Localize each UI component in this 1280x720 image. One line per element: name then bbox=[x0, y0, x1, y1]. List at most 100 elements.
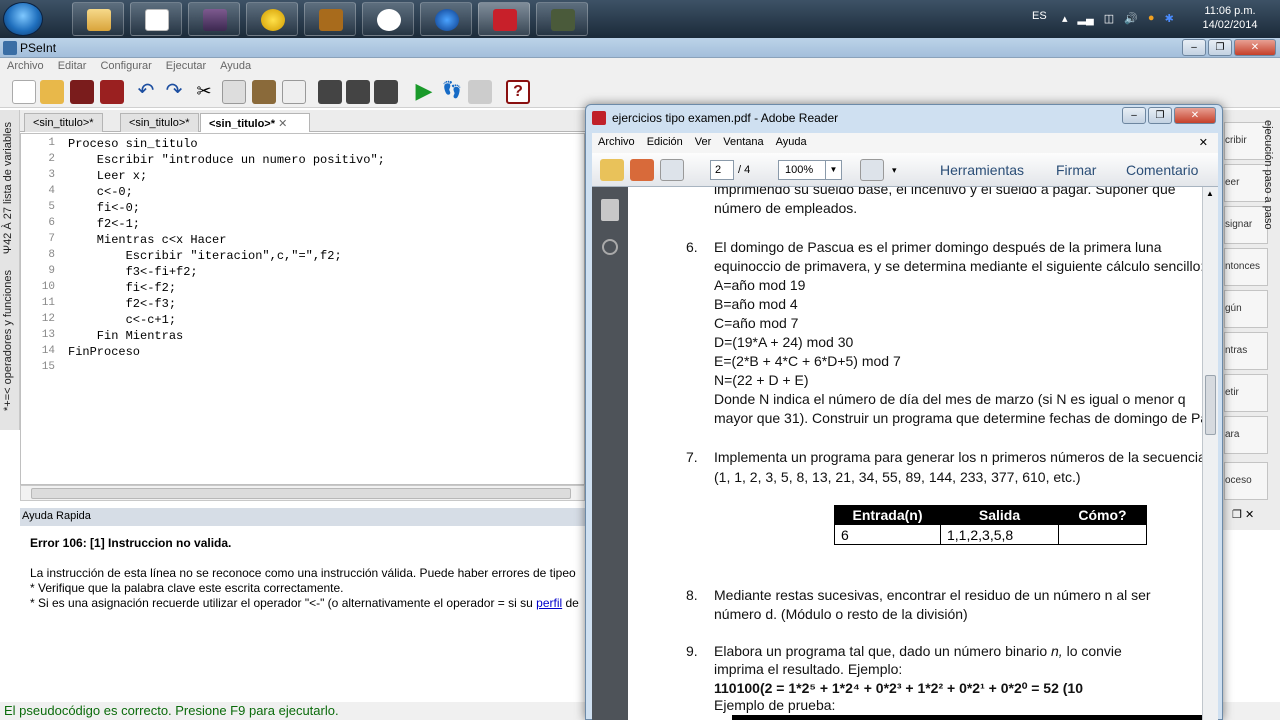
adobe-vertical-scrollbar[interactable]: ▲ bbox=[1202, 187, 1218, 720]
open-folder-icon[interactable] bbox=[40, 80, 64, 104]
menu-configurar[interactable]: Configurar bbox=[93, 58, 158, 72]
chevron-down-icon[interactable]: ▼ bbox=[825, 161, 841, 179]
doc-line: Donde N indica el número de día del mes … bbox=[714, 391, 1186, 407]
create-pdf-icon[interactable] bbox=[630, 159, 654, 181]
perfil-link[interactable]: perfil bbox=[536, 596, 562, 610]
cmd-para-button[interactable]: ara bbox=[1224, 416, 1268, 454]
help-icon[interactable]: ? bbox=[506, 80, 530, 104]
undo-icon[interactable]: ↶ bbox=[134, 80, 158, 104]
flowchart-icon[interactable] bbox=[468, 80, 492, 104]
save-icon[interactable] bbox=[70, 80, 94, 104]
volume-icon[interactable]: 🔊 bbox=[1124, 12, 1138, 25]
doc-line: A=año mod 19 bbox=[714, 277, 806, 293]
scroll-up-icon[interactable]: ▲ bbox=[1206, 189, 1214, 198]
chevron-up-icon[interactable]: ▴ bbox=[1062, 12, 1068, 25]
menu-ayuda[interactable]: Ayuda bbox=[213, 58, 258, 72]
system-clock[interactable]: 11:06 p.m. 14/02/2014 bbox=[1200, 4, 1260, 32]
adobe-menu-ayuda[interactable]: Ayuda bbox=[770, 133, 813, 151]
code-line: fi<-f2; bbox=[68, 281, 177, 295]
redo-icon[interactable]: ↷ bbox=[162, 80, 186, 104]
line-number: 3 bbox=[48, 169, 55, 181]
page-number-input[interactable]: 2 bbox=[710, 160, 734, 180]
cmd-segun-button[interactable]: gún bbox=[1224, 290, 1268, 328]
minimize-button[interactable]: – bbox=[1182, 39, 1206, 56]
paste-icon[interactable] bbox=[252, 80, 276, 104]
operators-panel-tab[interactable]: *+=< operadores y funciones bbox=[2, 270, 14, 411]
network-taskbar-button[interactable] bbox=[362, 2, 414, 36]
menu-archivo[interactable]: Archivo bbox=[0, 58, 51, 72]
network-tray-icon[interactable]: ◫ bbox=[1104, 12, 1114, 25]
replace-icon[interactable] bbox=[374, 80, 398, 104]
run-icon[interactable]: ▶ bbox=[412, 80, 436, 104]
editor-horizontal-scrollbar[interactable] bbox=[20, 485, 585, 501]
close-icon[interactable]: ✕ bbox=[1245, 509, 1254, 521]
scrollbar-thumb[interactable] bbox=[31, 488, 571, 499]
help-panel-header: Ayuda Rapida bbox=[20, 508, 585, 526]
fit-page-icon[interactable] bbox=[860, 159, 884, 181]
comentario-link[interactable]: Comentario bbox=[1126, 162, 1198, 178]
menu-editar[interactable]: Editar bbox=[51, 58, 94, 72]
new-file-icon[interactable] bbox=[12, 80, 36, 104]
adobe-close-button[interactable]: ✕ bbox=[1174, 107, 1216, 124]
tab-sin-titulo-active[interactable]: <sin_titulo>* ✕ bbox=[200, 113, 310, 132]
variables-tab-icons: Ψ42 À 27 bbox=[2, 207, 14, 255]
adobe-titlebar: ejercicios tipo examen.pdf - Adobe Reade… bbox=[586, 105, 1222, 131]
pseint-taskbar-button[interactable] bbox=[130, 2, 182, 36]
adobe-menu-ventana[interactable]: Ventana bbox=[717, 133, 769, 151]
tray-app-icon[interactable]: ● bbox=[1148, 12, 1155, 24]
windows-start-icon[interactable] bbox=[3, 2, 43, 36]
page-thumbnails-icon[interactable] bbox=[601, 199, 619, 221]
find-icon[interactable] bbox=[318, 80, 342, 104]
help-panel-title: Ayuda Rapida bbox=[22, 510, 91, 522]
adobe-menu-edicion[interactable]: Edición bbox=[641, 133, 689, 151]
firmar-link[interactable]: Firmar bbox=[1056, 162, 1096, 178]
cmd-si-entonces-button[interactable]: ntonces bbox=[1224, 248, 1268, 286]
step-icon[interactable]: 👣 bbox=[440, 80, 464, 104]
close-tab-icon[interactable]: ✕ bbox=[278, 118, 287, 130]
adobe-menu-close-icon[interactable]: ✕ bbox=[1193, 133, 1214, 152]
toolbar-overflow-icon[interactable]: ▾ bbox=[892, 165, 897, 176]
bluetooth-icon[interactable]: ✱ bbox=[1165, 12, 1174, 25]
tab-sin-titulo-1[interactable]: <sin_titulo>* bbox=[24, 113, 103, 132]
signal-icon[interactable]: ▂▄ bbox=[1078, 12, 1094, 25]
left-side-panel: Ψ42 À 27 lista de variables *+=< operado… bbox=[0, 110, 20, 430]
pdf-icon bbox=[592, 111, 606, 125]
indent-icon[interactable] bbox=[282, 80, 306, 104]
adobe-menu-archivo[interactable]: Archivo bbox=[592, 133, 641, 151]
tab-sin-titulo-2[interactable]: <sin_titulo>* bbox=[120, 113, 199, 132]
acrobat-taskbar-button[interactable] bbox=[478, 2, 530, 36]
cmd-subproceso-button[interactable]: oceso bbox=[1224, 462, 1268, 500]
cmd-repetir-button[interactable]: etir bbox=[1224, 374, 1268, 412]
maximize-button[interactable]: ❐ bbox=[1208, 39, 1232, 56]
variables-panel-tab[interactable]: Ψ42 À 27 lista de variables bbox=[2, 122, 14, 254]
step-execution-tab[interactable]: ejecución paso a paso bbox=[1262, 120, 1274, 229]
globe-taskbar-button[interactable] bbox=[420, 2, 472, 36]
adobe-minimize-button[interactable]: – bbox=[1122, 107, 1146, 124]
find-next-icon[interactable] bbox=[346, 80, 370, 104]
vlc-taskbar-button[interactable] bbox=[536, 2, 588, 36]
cmd-mientras-button[interactable]: ntras bbox=[1224, 332, 1268, 370]
save-as-icon[interactable] bbox=[100, 80, 124, 104]
zip-taskbar-button[interactable] bbox=[246, 2, 298, 36]
adobe-maximize-button[interactable]: ❐ bbox=[1148, 107, 1172, 124]
code-editor[interactable]: 1 2 3 4 5 6 7 8 9 10 11 12 13 14 15 Proceso sin_titulo… bbox=[20, 133, 585, 485]
dosbox-taskbar-button[interactable] bbox=[304, 2, 356, 36]
copy-icon[interactable] bbox=[222, 80, 246, 104]
pdf-document-view[interactable]: imprimiendo su sueldo base, el incentivo… bbox=[628, 187, 1202, 720]
close-button[interactable]: ✕ bbox=[1234, 39, 1276, 56]
open-icon[interactable] bbox=[600, 159, 624, 181]
attachment-icon[interactable] bbox=[602, 239, 618, 255]
edit-icon[interactable] bbox=[660, 159, 684, 181]
language-indicator[interactable]: ES bbox=[1032, 10, 1047, 22]
windows-explorer-button[interactable] bbox=[72, 2, 124, 36]
adobe-menu-ver[interactable]: Ver bbox=[689, 133, 718, 151]
cut-icon[interactable]: ✂ bbox=[192, 80, 216, 104]
winrar-taskbar-button[interactable] bbox=[188, 2, 240, 36]
scrollbar-thumb[interactable] bbox=[1205, 375, 1216, 435]
menu-ejecutar[interactable]: Ejecutar bbox=[159, 58, 213, 72]
zoom-select[interactable]: 100% ▼ bbox=[778, 160, 842, 180]
help-text-line-3: * Si es una asignación recuerde utilizar… bbox=[30, 596, 590, 610]
tab-active-label: <sin_titulo>* bbox=[209, 118, 276, 130]
restore-icon[interactable]: ❐ bbox=[1232, 509, 1242, 521]
herramientas-link[interactable]: Herramientas bbox=[940, 162, 1024, 178]
